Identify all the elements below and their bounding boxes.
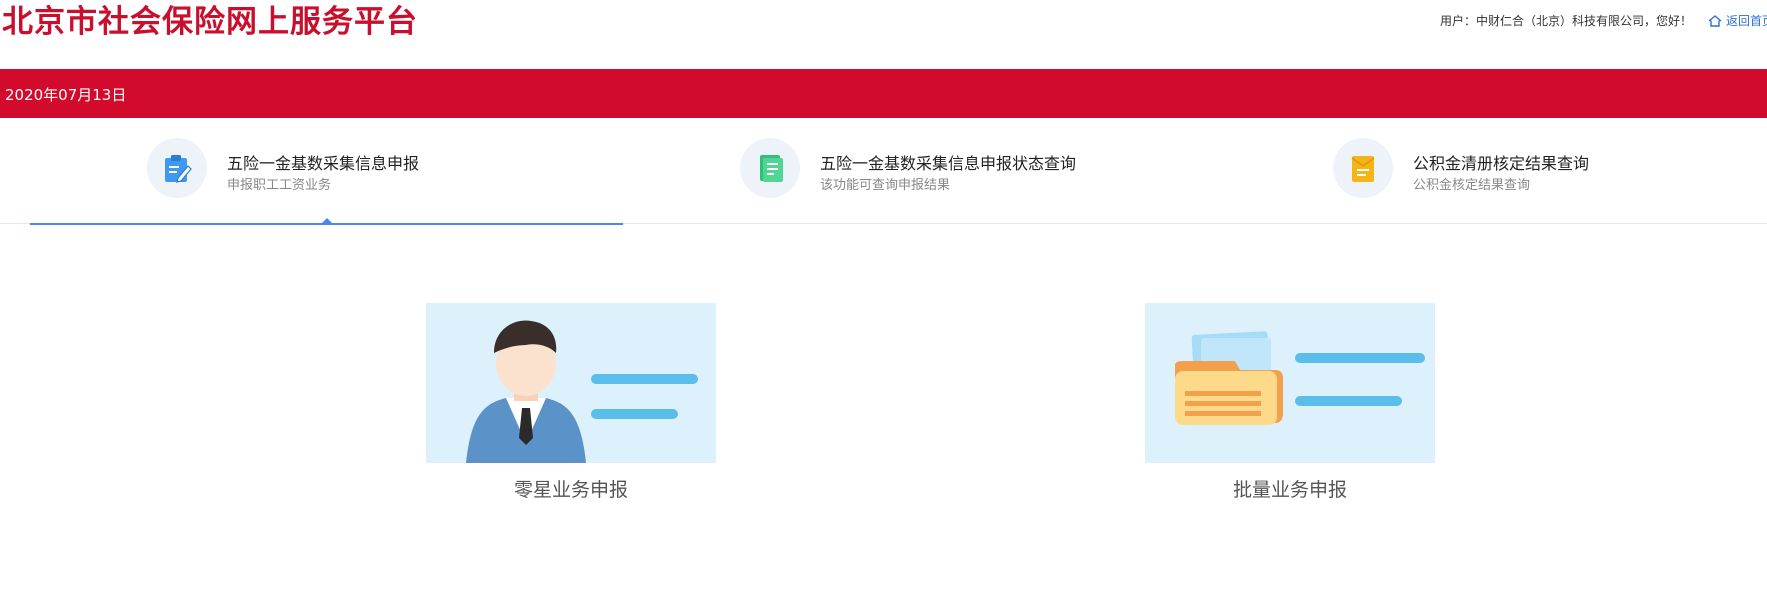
site-title: 北京市社会保险网上服务平台 xyxy=(2,4,418,40)
tab-base-info-declare[interactable]: 五险一金基数采集信息申报 申报职工工资业务 xyxy=(30,118,623,225)
card-label: 零星业务申报 xyxy=(513,479,628,501)
current-date: 2020年07月13日 xyxy=(5,86,127,104)
tab-fund-result-query[interactable]: 公积金清册核定结果查询 公积金核定结果查询 xyxy=(1216,118,1767,224)
top-header: 北京市社会保险网上服务平台 用户：中财仁合（北京）科技有限公司，您好！ 返回首页 xyxy=(0,0,1767,62)
tab-subtitle: 公积金核定结果查询 xyxy=(1413,178,1531,193)
folder-illustration xyxy=(1145,303,1435,463)
sporadic-declare-card[interactable]: 零星业务申报 xyxy=(426,303,716,502)
date-banner: 2020年07月13日 xyxy=(0,69,1767,118)
tab-title: 五险一金基数采集信息申报状态查询 xyxy=(820,154,1077,173)
tab-declare-status-query[interactable]: 五险一金基数采集信息申报状态查询 该功能可查询申报结果 xyxy=(623,118,1216,224)
tab-title: 公积金清册核定结果查询 xyxy=(1413,154,1590,173)
home-link[interactable]: 返回首页 xyxy=(1708,12,1767,29)
user-greeting: 用户：中财仁合（北京）科技有限公司，您好！ xyxy=(1440,14,1693,28)
person-illustration xyxy=(426,303,716,463)
card-label: 批量业务申报 xyxy=(1232,479,1347,501)
active-tab-caret xyxy=(322,218,332,223)
envelope-document-icon xyxy=(1333,138,1393,198)
tab-subtitle: 申报职工工资业务 xyxy=(227,178,332,193)
tab-subtitle: 该功能可查询申报结果 xyxy=(820,178,951,193)
tab-title: 五险一金基数采集信息申报 xyxy=(227,154,420,173)
batch-declare-card[interactable]: 批量业务申报 xyxy=(1145,303,1435,502)
active-tab-underline xyxy=(30,223,623,225)
edit-form-icon xyxy=(147,138,207,198)
service-tabs: 五险一金基数采集信息申报 申报职工工资业务 五险一金基数采集信息申报状态查询 该… xyxy=(0,118,1767,225)
document-search-icon xyxy=(740,138,800,198)
home-link-label: 返回首页 xyxy=(1726,14,1767,28)
home-icon xyxy=(1708,14,1722,27)
